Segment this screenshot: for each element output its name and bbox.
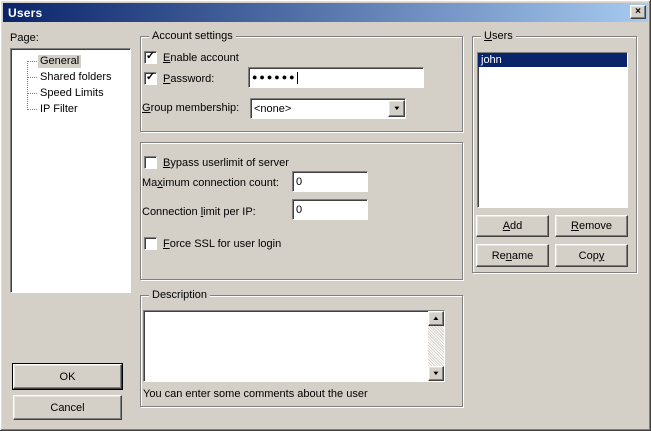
page-tree[interactable]: General Shared folders Speed Limits IP F… <box>10 48 131 293</box>
group-membership-select[interactable]: <none> ▼ <box>250 98 406 119</box>
rename-button[interactable]: Rename <box>476 244 549 267</box>
add-button[interactable]: Add <box>476 215 549 237</box>
group-membership-label: Group membership: <box>142 102 239 114</box>
bypass-userlimit-checkbox[interactable]: ✓ <box>144 156 157 169</box>
cancel-button-label: Cancel <box>50 402 84 414</box>
users-dialog: Users × Page: General Shared folders Spe… <box>0 0 651 431</box>
tree-item-general[interactable]: General <box>11 55 130 69</box>
scroll-up-button[interactable]: ▲ <box>428 311 444 326</box>
checkmark-icon: ✓ <box>146 72 155 83</box>
combo-dropdown-button[interactable]: ▼ <box>388 100 405 117</box>
cancel-button[interactable]: Cancel <box>13 395 122 420</box>
ok-button[interactable]: OK <box>13 364 122 389</box>
close-button[interactable]: × <box>630 5 646 19</box>
scroll-down-button[interactable]: ▼ <box>428 366 444 381</box>
enable-account-checkbox[interactable]: ✓ <box>144 51 157 64</box>
bypass-userlimit-label[interactable]: Bypass userlimit of server <box>163 157 289 169</box>
tree-item-label[interactable]: IP Filter <box>38 103 80 116</box>
group-membership-value: <none> <box>251 103 388 115</box>
max-connection-value: 0 <box>296 176 302 188</box>
ok-button-label: OK <box>60 371 76 383</box>
user-list-item[interactable]: john <box>478 53 627 67</box>
users-listbox[interactable]: john <box>477 52 628 208</box>
chevron-down-icon: ▼ <box>392 106 400 112</box>
tree-item-label[interactable]: Shared folders <box>38 71 114 84</box>
remove-button[interactable]: Remove <box>555 215 628 237</box>
tree-item-label[interactable]: General <box>38 55 81 68</box>
description-scrollbar[interactable]: ▲ ▼ <box>428 311 444 381</box>
description-hint: You can enter some comments about the us… <box>143 388 368 400</box>
users-caption: Users <box>481 30 516 43</box>
page-label: Page: <box>10 32 39 44</box>
rename-button-label: Rename <box>492 250 534 262</box>
connection-limit-ip-label: Connection limit per IP: <box>142 206 256 218</box>
force-ssl-label[interactable]: Force SSL for user login <box>163 238 281 250</box>
arrow-down-icon: ▼ <box>432 371 440 377</box>
max-connection-label: Maximum connection count: <box>142 177 279 189</box>
password-value: ●●●●●● <box>252 73 297 82</box>
enable-account-label[interactable]: Enable account <box>163 52 239 64</box>
tree-item-shared-folders[interactable]: Shared folders <box>11 71 130 85</box>
tree-item-speed-limits[interactable]: Speed Limits <box>11 87 130 101</box>
password-label[interactable]: Password: <box>163 73 214 85</box>
titlebar[interactable]: Users × <box>3 3 648 22</box>
password-checkbox[interactable]: ✓ <box>144 72 157 85</box>
add-button-label: Add <box>503 220 523 232</box>
window-title: Users <box>3 6 42 20</box>
text-caret <box>297 72 298 84</box>
close-icon: × <box>635 7 641 17</box>
tree-item-label[interactable]: Speed Limits <box>38 87 106 100</box>
checkmark-icon: ✓ <box>146 51 155 62</box>
password-input[interactable]: ●●●●●● <box>248 67 424 88</box>
description-caption: Description <box>149 289 210 302</box>
remove-button-label: Remove <box>571 220 612 232</box>
connection-limit-ip-input[interactable]: 0 <box>292 199 368 220</box>
copy-button[interactable]: Copy <box>555 244 628 267</box>
account-settings-caption: Account settings <box>149 30 236 43</box>
user-name: john <box>481 54 502 66</box>
connection-limit-ip-value: 0 <box>296 204 302 216</box>
copy-button-label: Copy <box>579 250 605 262</box>
force-ssl-checkbox[interactable]: ✓ <box>144 237 157 250</box>
tree-item-ip-filter[interactable]: IP Filter <box>11 103 130 117</box>
max-connection-input[interactable]: 0 <box>292 171 368 192</box>
description-textarea[interactable]: ▲ ▼ <box>143 310 445 382</box>
arrow-up-icon: ▲ <box>432 316 440 322</box>
